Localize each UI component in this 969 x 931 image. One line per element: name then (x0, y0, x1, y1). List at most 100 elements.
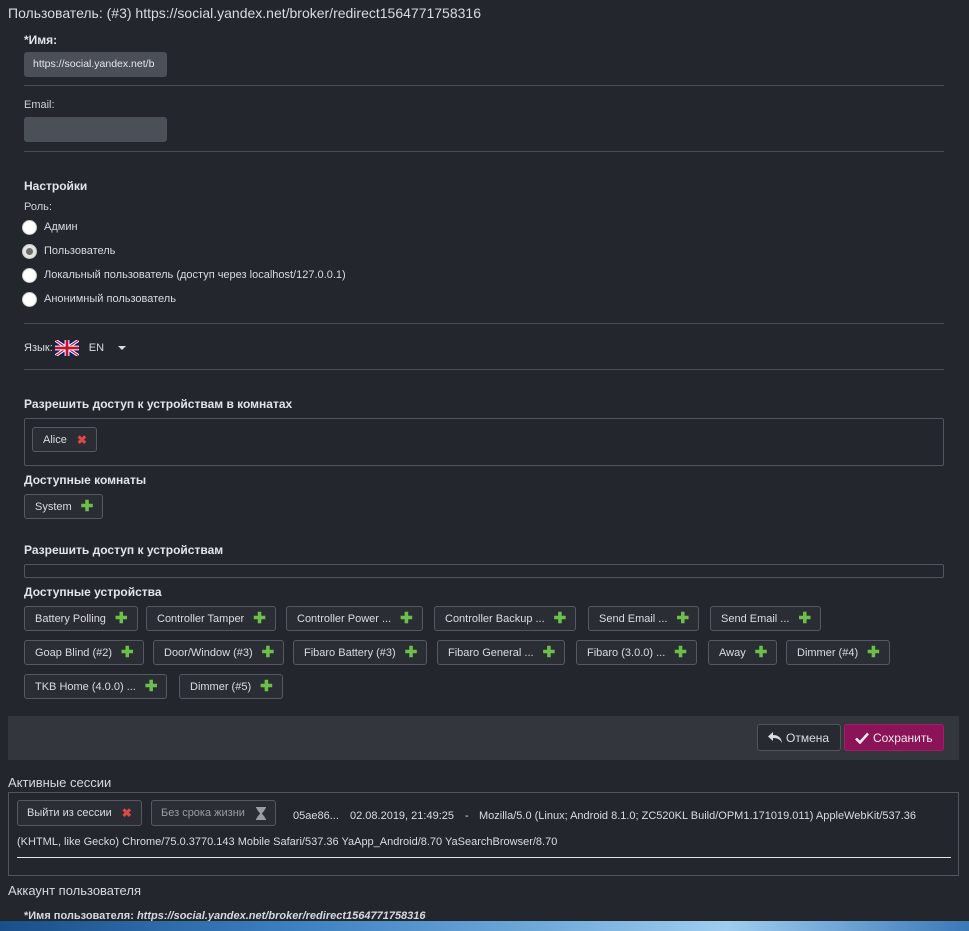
chip-label: Goap Blind (#2) (35, 646, 113, 659)
allowed-rooms-title: Разрешить доступ к устройствам в комната… (24, 397, 293, 411)
settings-title: Настройки (24, 179, 88, 193)
name-input[interactable]: https://social.yandex.net/b (24, 52, 167, 77)
plus-icon[interactable]: ✚ (543, 645, 556, 660)
radio-icon[interactable] (22, 291, 37, 307)
chip-label: Door/Window (#3) (164, 646, 253, 659)
chip-label: Fibaro (3.0.0) ... (587, 646, 666, 659)
save-button[interactable]: Сохранить (844, 724, 944, 751)
device-chip[interactable]: Dimmer (#5) ✚ (179, 674, 283, 699)
device-chip[interactable]: Away ✚ (708, 640, 778, 665)
device-chip[interactable]: Send Email ... ✚ (588, 606, 700, 631)
divider (24, 85, 944, 86)
plus-icon[interactable]: ✚ (253, 611, 266, 626)
chip-label: Battery Polling (35, 612, 106, 625)
chip-label: Alice (43, 433, 67, 446)
radio-icon[interactable] (22, 267, 37, 283)
plus-icon[interactable]: ✚ (400, 611, 413, 626)
language-label: Язык: (24, 342, 53, 354)
save-label: Сохранить (873, 730, 933, 745)
allowed-devices-title: Разрешить доступ к устройствам (24, 543, 224, 557)
plus-icon[interactable]: ✚ (798, 611, 811, 626)
chevron-down-icon[interactable] (118, 346, 127, 350)
lifetime-button[interactable]: Без срока жизни (151, 800, 276, 826)
chip-label: Away (719, 646, 746, 659)
plus-icon[interactable]: ✚ (755, 645, 768, 660)
radio-icon[interactable] (22, 219, 37, 235)
session-user-agent-cont: (KHTML, like Gecko) Chrome/75.0.3770.143… (17, 836, 558, 848)
device-chip[interactable]: Controller Backup ... ✚ (434, 606, 577, 631)
plus-icon[interactable]: ✚ (867, 645, 880, 660)
chip-label: Send Email ... (599, 612, 668, 625)
plus-icon[interactable]: ✚ (260, 679, 273, 694)
chip-label: Controller Backup ... (445, 612, 545, 625)
role-option-label: Админ (44, 221, 78, 233)
available-rooms-title: Доступные комнаты (24, 473, 147, 487)
role-option-label: Анонимный пользователь (44, 293, 176, 305)
chip-label: Controller Power ... (297, 612, 392, 625)
plus-icon[interactable]: ✚ (674, 645, 687, 660)
lifetime-label: Без срока жизни (161, 807, 245, 819)
device-chip[interactable]: Fibaro General ... ✚ (437, 640, 566, 665)
chip-label: Controller Tamper (157, 612, 245, 625)
plus-icon[interactable]: ✚ (405, 645, 418, 660)
device-chip[interactable]: Fibaro Battery (#3) ✚ (293, 640, 428, 665)
plus-icon[interactable]: ✚ (145, 679, 158, 694)
device-chip[interactable]: Controller Power ... ✚ (286, 606, 423, 631)
role-option-anonymous[interactable]: Анонимный пользователь (22, 291, 176, 307)
logout-session-button[interactable]: Выйти из сессии ✖ (17, 800, 142, 826)
undo-icon (768, 731, 782, 743)
uk-flag-icon (54, 340, 79, 356)
account-title: Аккаунт пользователя (8, 883, 141, 898)
device-chip[interactable]: Fibaro (3.0.0) ... ✚ (576, 640, 697, 665)
device-chip[interactable]: Goap Blind (#2) ✚ (24, 640, 144, 665)
available-devices-title: Доступные устройства (24, 585, 162, 599)
role-option-label: Пользователь (44, 245, 116, 257)
cancel-label: Отмена (786, 730, 830, 745)
chip-label: TKB Home (4.0.0) ... (35, 680, 136, 693)
name-label: *Имя: (24, 33, 58, 47)
cancel-button[interactable]: Отмена (757, 724, 841, 751)
plus-icon[interactable]: ✚ (115, 611, 128, 626)
plus-icon[interactable]: ✚ (81, 499, 94, 514)
device-chip[interactable]: Controller Tamper ✚ (146, 606, 276, 631)
chip-label: Dimmer (#4) (797, 646, 859, 659)
allowed-room-chip[interactable]: Alice ✖ (32, 427, 97, 452)
hourglass-icon (255, 806, 266, 820)
device-chip[interactable]: Door/Window (#3) ✚ (153, 640, 285, 665)
role-option-admin[interactable]: Админ (22, 219, 78, 235)
check-icon (855, 732, 869, 744)
divider (24, 323, 944, 324)
page-title: Пользователь: (#3) https://social.yandex… (8, 5, 481, 21)
plus-icon[interactable]: ✚ (676, 611, 689, 626)
radio-selected-icon[interactable] (22, 243, 37, 259)
chip-label: Dimmer (#5) (190, 680, 252, 693)
chip-label: Send Email ... (721, 612, 790, 625)
close-icon: ✖ (121, 806, 132, 820)
sessions-title: Активные сессии (8, 775, 112, 790)
language-selector[interactable]: Язык: EN (24, 339, 127, 357)
session-separator: - (465, 810, 469, 822)
device-chip[interactable]: TKB Home (4.0.0) ... ✚ (24, 674, 168, 699)
session-id: 05ae86... (293, 810, 339, 822)
plus-icon[interactable]: ✚ (121, 645, 134, 660)
allowed-devices-box (24, 564, 944, 578)
role-option-label: Локальный пользователь (доступ через loc… (44, 269, 346, 281)
role-label: Роль: (24, 201, 52, 213)
divider (17, 857, 951, 858)
device-chip[interactable]: Send Email ... ✚ (710, 606, 822, 631)
session-item: Выйти из сессии ✖ Без срока жизни 05ae86… (8, 792, 959, 876)
device-chip[interactable]: Dimmer (#4) ✚ (786, 640, 890, 665)
chip-label: System (35, 500, 72, 513)
role-option-local-user[interactable]: Локальный пользователь (доступ через loc… (22, 267, 346, 283)
device-chip[interactable]: Battery Polling ✚ (24, 606, 138, 631)
session-user-agent: Mozilla/5.0 (Linux; Android 8.1.0; ZC520… (479, 810, 917, 822)
role-option-user[interactable]: Пользователь (22, 243, 115, 259)
session-date: 02.08.2019, 21:49:25 (350, 810, 454, 822)
chip-label: Fibaro General ... (448, 646, 534, 659)
close-icon[interactable]: ✖ (77, 434, 87, 446)
plus-icon[interactable]: ✚ (262, 645, 275, 660)
plus-icon[interactable]: ✚ (554, 611, 567, 626)
divider (24, 151, 944, 152)
email-input[interactable] (24, 117, 167, 142)
available-room-chip[interactable]: System ✚ (24, 494, 104, 519)
